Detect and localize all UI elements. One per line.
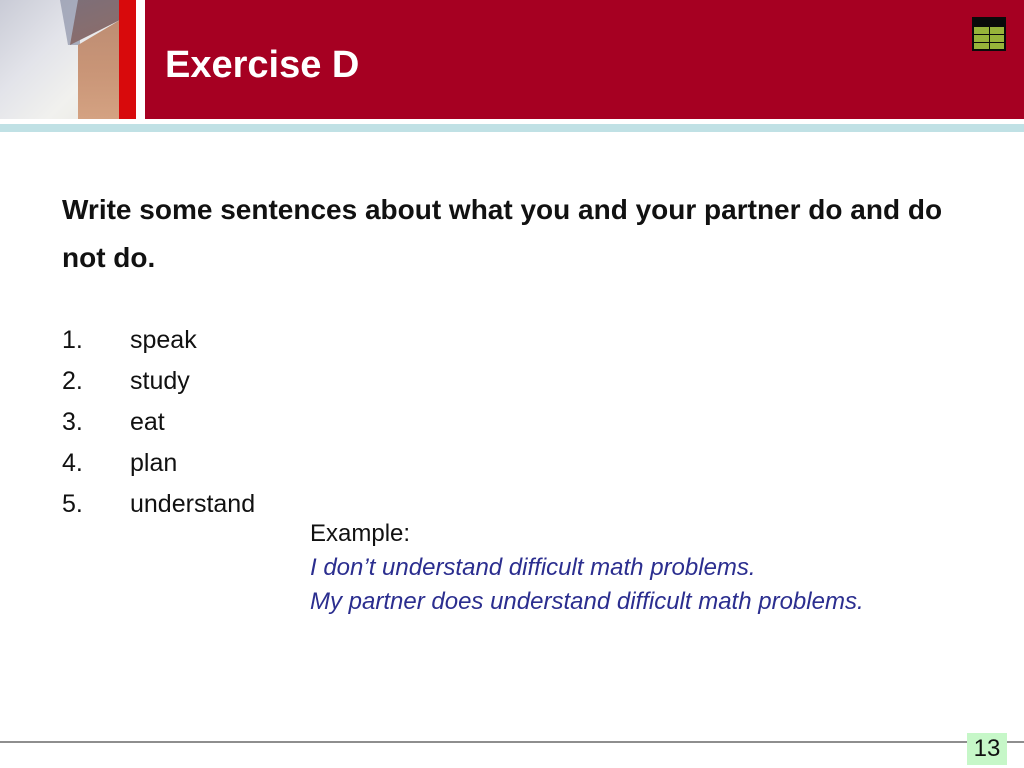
word-list: 1. speak 2. study 3. eat 4. plan 5. understan… bbox=[62, 320, 255, 525]
list-word: plan bbox=[130, 449, 178, 477]
example-block: Example: I don’t understand difficult ma… bbox=[310, 517, 864, 619]
list-word: speak bbox=[130, 326, 197, 354]
list-number: 5. bbox=[62, 490, 83, 518]
example-sentence: I don’t understand difficult math proble… bbox=[310, 554, 756, 581]
list-item: 1. speak bbox=[62, 320, 255, 361]
example-sentence: My partner does understand difficult mat… bbox=[310, 588, 864, 615]
table-grid-icon[interactable] bbox=[972, 17, 1006, 51]
header-photo bbox=[0, 0, 119, 119]
list-number: 4. bbox=[62, 449, 83, 477]
page-number: 13 bbox=[967, 733, 1007, 765]
list-word: understand bbox=[130, 490, 256, 518]
list-number: 3. bbox=[62, 408, 83, 436]
example-label: Example: bbox=[310, 520, 411, 547]
instruction-text: Write some sentences about what you and … bbox=[62, 194, 943, 273]
list-word: eat bbox=[130, 408, 165, 436]
list-item: 2. study bbox=[62, 361, 255, 402]
list-word: study bbox=[130, 367, 190, 395]
list-item: 4. plan bbox=[62, 443, 255, 484]
slide-title: Exercise D bbox=[165, 44, 360, 86]
footer-divider bbox=[0, 741, 1024, 743]
list-number: 2. bbox=[62, 367, 83, 395]
accent-stripe bbox=[119, 0, 136, 119]
list-item: 3. eat bbox=[62, 402, 255, 443]
list-number: 1. bbox=[62, 326, 83, 354]
list-item: 5. understand bbox=[62, 484, 255, 525]
header-divider bbox=[0, 124, 1024, 132]
